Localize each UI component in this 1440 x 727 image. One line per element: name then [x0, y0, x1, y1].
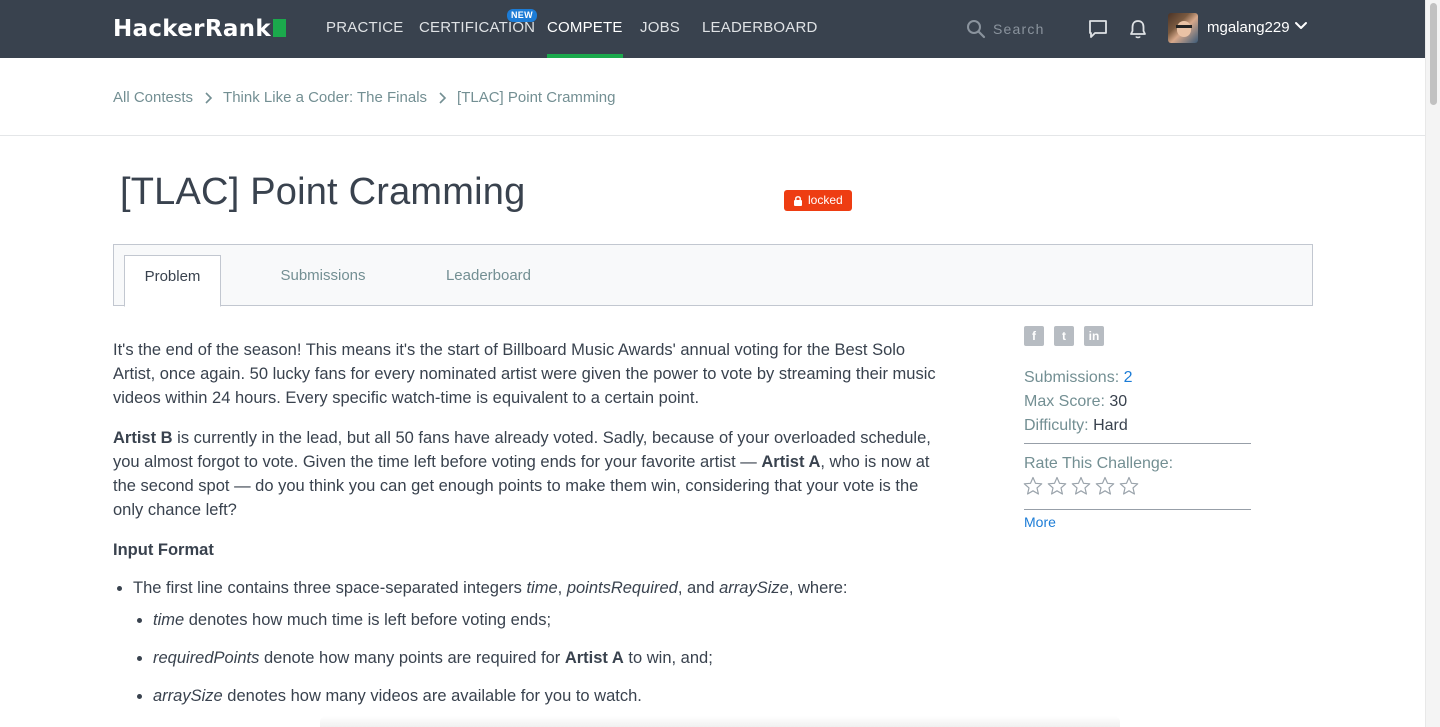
input-format-sublist: time denotes how much time is left befor…: [133, 608, 943, 708]
logo-text: HackerRank: [113, 16, 271, 42]
artist-b-text: Artist B: [113, 429, 173, 447]
scrollbar-thumb[interactable]: [1430, 3, 1437, 105]
avatar[interactable]: [1168, 13, 1198, 43]
breadcrumb-all-contests[interactable]: All Contests: [113, 89, 193, 106]
divider: [1024, 443, 1251, 444]
problem-statement: It's the end of the season! This means i…: [113, 338, 943, 722]
twitter-icon[interactable]: t: [1054, 326, 1074, 346]
share-buttons: f t in: [1024, 326, 1104, 346]
problem-paragraph-1: It's the end of the season! This means i…: [113, 341, 936, 407]
rating-stars: [1023, 476, 1139, 496]
nav-compete[interactable]: COMPETE: [547, 0, 623, 58]
star-icon[interactable]: [1119, 476, 1139, 496]
status-badge: locked: [784, 190, 852, 211]
stat-difficulty: Difficulty: Hard: [1024, 414, 1251, 438]
page-title: [TLAC] Point Cramming: [120, 171, 526, 213]
avatar-face: [1177, 21, 1191, 37]
tab-submissions[interactable]: Submissions: [264, 255, 382, 307]
new-badge: NEW: [507, 9, 537, 22]
search-input[interactable]: [993, 17, 1065, 41]
top-navbar: HackerRank PRACTICE CERTIFICATION NEW CO…: [0, 0, 1425, 58]
bullet-text: to win, and;: [623, 649, 713, 667]
status-badge-label: locked: [808, 193, 843, 207]
input-format-heading: Input Format: [113, 541, 214, 559]
problem-paragraph-2: Artist B is currently in the lead, but a…: [113, 426, 943, 522]
search-icon: [967, 20, 986, 39]
bullet-text: ,: [557, 579, 567, 597]
chevron-down-icon[interactable]: [1294, 19, 1308, 33]
list-item: arraySize denotes how many videos are av…: [153, 684, 943, 708]
stat-value: Hard: [1093, 417, 1128, 434]
lock-icon: [794, 196, 802, 206]
bullet-text: The first line contains three space-sepa…: [133, 579, 527, 597]
breadcrumb-challenge[interactable]: [TLAC] Point Cramming: [457, 89, 615, 106]
username[interactable]: mgalang229: [1207, 0, 1290, 56]
breadcrumb-contest[interactable]: Think Like a Coder: The Finals: [223, 89, 427, 106]
nav-practice[interactable]: PRACTICE: [326, 0, 403, 58]
star-icon[interactable]: [1047, 476, 1067, 496]
breadcrumb-bar: All Contests Think Like a Coder: The Fin…: [0, 58, 1425, 136]
linkedin-icon[interactable]: in: [1084, 326, 1104, 346]
list-item: requiredPoints denote how many points ar…: [153, 646, 943, 670]
stat-max-score: Max Score: 30: [1024, 390, 1251, 414]
submissions-count-link[interactable]: 2: [1124, 369, 1133, 386]
stat-submissions: Submissions: 2: [1024, 366, 1251, 390]
chevron-right-icon: [205, 91, 213, 104]
avatar-glasses: [1176, 25, 1192, 28]
challenge-stats: Submissions: 2 Max Score: 30 Difficulty:…: [1024, 366, 1251, 438]
list-item: The first line contains three space-sepa…: [133, 576, 943, 708]
more-link[interactable]: More: [1024, 512, 1056, 532]
stat-label: Submissions:: [1024, 369, 1120, 386]
input-format-list: The first line contains three space-sepa…: [113, 576, 943, 708]
bottom-shadow: [320, 716, 1120, 727]
tab-problem[interactable]: Problem: [124, 255, 221, 307]
breadcrumb: All Contests Think Like a Coder: The Fin…: [113, 89, 615, 106]
hackerrank-logo[interactable]: HackerRank: [113, 14, 286, 44]
var-points-required: pointsRequired: [566, 579, 678, 597]
bullet-text: denote how many points are required for: [259, 649, 565, 667]
nav-leaderboard[interactable]: LEADERBOARD: [702, 0, 818, 58]
nav-jobs[interactable]: JOBS: [640, 0, 680, 58]
bullet-text: , where:: [788, 579, 848, 597]
var-array-size: arraySize: [719, 579, 789, 597]
var-time: time: [526, 579, 558, 597]
facebook-icon[interactable]: f: [1024, 326, 1044, 346]
challenge-tabs: Problem Submissions Leaderboard: [113, 244, 1313, 307]
artist-a-text: Artist A: [761, 453, 821, 471]
chat-icon[interactable]: [1087, 18, 1109, 40]
bullet-text: , and: [677, 579, 720, 597]
bullet-text: denotes how many videos are available fo…: [222, 687, 642, 705]
artist-a-text: Artist A: [564, 649, 624, 667]
chevron-right-icon: [439, 91, 447, 104]
stat-label: Max Score:: [1024, 393, 1105, 410]
page-scrollbar[interactable]: [1425, 0, 1440, 727]
logo-mark: [272, 19, 286, 37]
rate-label: Rate This Challenge:: [1024, 455, 1174, 472]
var-array-size: arraySize: [153, 687, 223, 705]
star-icon[interactable]: [1071, 476, 1091, 496]
divider: [1024, 509, 1251, 510]
var-time: time: [153, 611, 185, 629]
star-icon[interactable]: [1023, 476, 1043, 496]
list-item: time denotes how much time is left befor…: [153, 608, 943, 632]
bell-icon[interactable]: [1127, 18, 1149, 40]
bullet-text: denotes how much time is left before vot…: [184, 611, 552, 629]
star-icon[interactable]: [1095, 476, 1115, 496]
stat-label: Difficulty:: [1024, 417, 1089, 434]
tab-leaderboard[interactable]: Leaderboard: [427, 255, 550, 307]
var-required-points: requiredPoints: [153, 649, 260, 667]
stat-value: 30: [1109, 393, 1128, 410]
